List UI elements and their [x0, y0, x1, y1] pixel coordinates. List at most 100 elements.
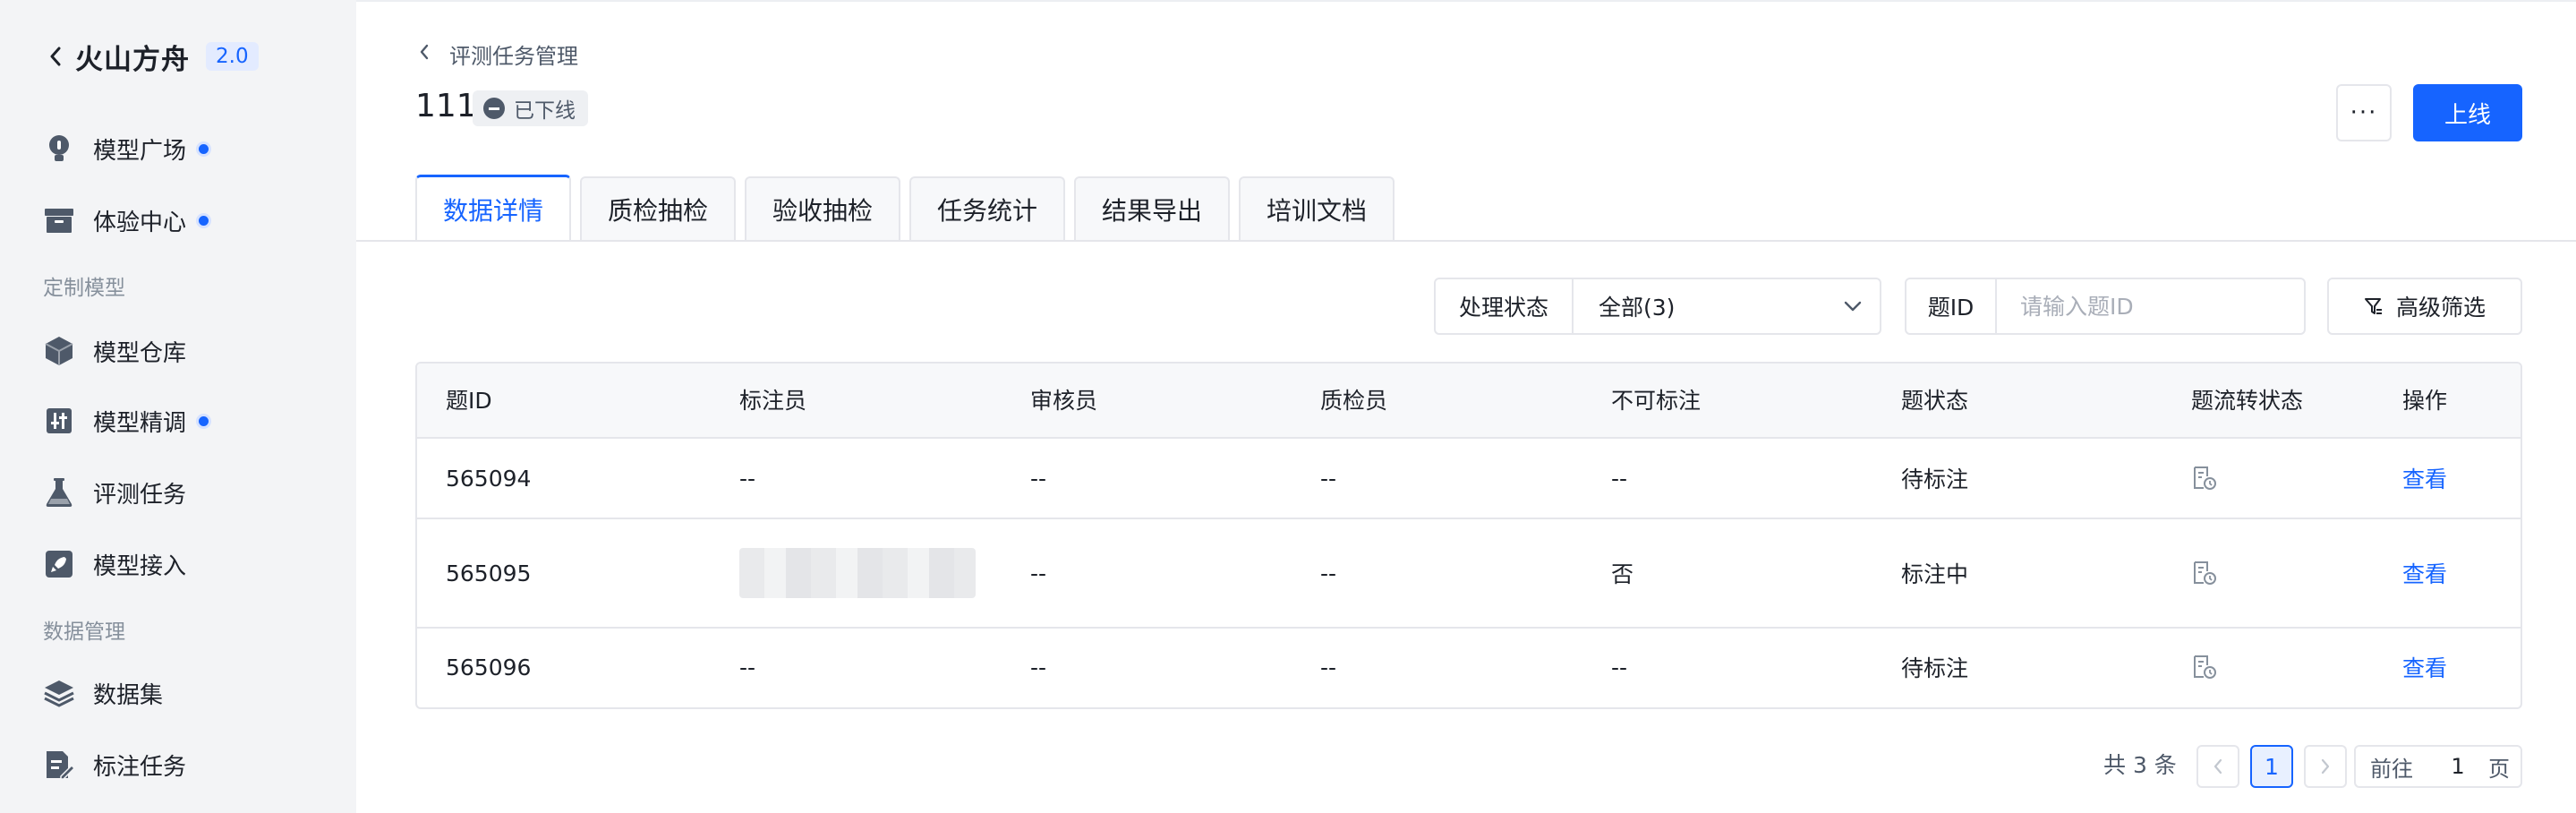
question-id-filter: 题ID	[1905, 278, 2306, 335]
new-dot-icon	[199, 215, 209, 226]
archive-box-icon	[43, 204, 75, 236]
sidebar-item-label: 评测任务	[93, 481, 187, 509]
cell-status: 待标注	[1901, 655, 1969, 681]
cell-question-id: 565094	[446, 465, 532, 492]
rocket-icon	[43, 548, 75, 580]
column-header: 质检员	[1320, 388, 1388, 414]
column-header: 审核员	[1030, 388, 1098, 414]
new-dot-icon	[199, 143, 209, 154]
tuning-sliders-icon	[43, 405, 75, 437]
status-label: 已下线	[514, 99, 576, 123]
question-id-label: 题ID	[1906, 279, 1997, 333]
sidebar-item-annotation-task[interactable]: 标注任务	[43, 745, 186, 784]
status-badge: 已下线	[473, 90, 588, 126]
sidebar-item-label: 模型广场	[93, 137, 187, 165]
offline-minus-icon	[483, 98, 505, 119]
sidebar-item-model-access[interactable]: 模型接入	[43, 544, 186, 584]
bulb-icon	[43, 133, 75, 165]
next-page-button[interactable]	[2304, 745, 2347, 788]
column-header: 操作	[2402, 388, 2448, 414]
view-link[interactable]: 查看	[2402, 629, 2447, 706]
cell-inspector: --	[1320, 560, 1337, 586]
cell-inspector: --	[1320, 654, 1337, 680]
cube-icon	[43, 335, 75, 367]
view-link[interactable]: 查看	[2402, 519, 2447, 627]
advanced-filter-label: 高级筛选	[2395, 295, 2486, 321]
main-content: 评测任务管理 111 已下线 ··· 上线 数据详情 质检抽检 验收抽检 任务统…	[356, 0, 2576, 813]
column-header: 标注员	[739, 388, 807, 414]
flow-history-icon[interactable]	[2191, 654, 2218, 680]
column-header: 题ID	[446, 388, 492, 414]
brand-title: 火山方舟	[75, 43, 190, 76]
flow-history-icon[interactable]	[2191, 560, 2218, 586]
filter-icon	[2364, 296, 2384, 316]
flow-history-icon[interactable]	[2191, 465, 2218, 492]
cell-reviewer: --	[1030, 654, 1047, 680]
breadcrumb-label[interactable]: 评测任务管理	[449, 39, 578, 70]
tab-bar: 数据详情 质检抽检 验收抽检 任务统计 结果导出 培训文档	[415, 175, 1403, 241]
cell-annotator: --	[739, 465, 756, 492]
sidebar-item-model-square[interactable]: 模型广场	[43, 129, 209, 168]
sidebar-group-data-management: 数据管理	[43, 620, 125, 644]
cell-unlabelable: 否	[1611, 561, 1634, 587]
cell-flow-status	[2191, 629, 2218, 706]
breadcrumb[interactable]: 评测任务管理	[419, 38, 578, 70]
cell-inspector: --	[1320, 465, 1337, 492]
back-chevron-icon[interactable]	[47, 43, 64, 70]
online-button[interactable]: 上线	[2413, 84, 2522, 141]
cell-status: 标注中	[1901, 561, 1969, 587]
sidebar-item-label: 模型精调	[93, 409, 187, 437]
more-button[interactable]: ···	[2336, 84, 2392, 141]
status-filter-label: 处理状态	[1436, 279, 1574, 333]
sidebar-item-label: 模型接入	[93, 552, 187, 580]
tab-acceptance-sampling[interactable]: 验收抽检	[745, 176, 900, 241]
cell-flow-status	[2191, 439, 2218, 518]
status-filter-select[interactable]: 处理状态 全部(3)	[1434, 278, 1881, 335]
column-header: 题状态	[1901, 388, 1969, 414]
page-title: 111	[415, 88, 477, 124]
sidebar-item-label: 模型仓库	[93, 339, 187, 367]
tab-training-docs[interactable]: 培训文档	[1239, 176, 1395, 241]
view-link[interactable]: 查看	[2402, 439, 2447, 518]
prev-page-button[interactable]	[2196, 745, 2239, 788]
tab-task-stats[interactable]: 任务统计	[909, 176, 1065, 241]
cell-annotator-redacted	[739, 519, 976, 627]
sidebar-item-dataset[interactable]: 数据集	[43, 673, 163, 713]
version-badge: 2.0	[206, 42, 259, 71]
tab-qc-sampling[interactable]: 质检抽检	[580, 176, 736, 241]
sidebar-item-label: 标注任务	[93, 753, 187, 781]
chevron-down-icon[interactable]	[1826, 301, 1880, 312]
tab-divider	[356, 240, 2576, 242]
layers-icon	[43, 677, 75, 709]
sidebar-item-eval-task[interactable]: 评测任务	[43, 473, 186, 512]
tab-data-details[interactable]: 数据详情	[415, 175, 571, 241]
status-filter-value[interactable]: 全部(3)	[1574, 290, 1826, 322]
back-chevron-icon[interactable]	[419, 44, 430, 64]
cell-reviewer: --	[1030, 465, 1047, 492]
table-row: 565096 -- -- -- -- 待标注 查看	[417, 629, 2521, 706]
sidebar-item-model-repo[interactable]: 模型仓库	[43, 331, 186, 371]
new-dot-icon	[199, 415, 209, 426]
cell-unlabelable: --	[1611, 654, 1628, 680]
sidebar-group-custom-model: 定制模型	[43, 277, 125, 300]
page-button-current[interactable]: 1	[2250, 745, 2293, 788]
cell-reviewer: --	[1030, 560, 1047, 586]
page-jumper-prefix: 前往	[2370, 756, 2413, 782]
table-row: 565095 -- -- 否 标注中 查看	[417, 519, 2521, 629]
sidebar-item-finetune[interactable]: 模型精调	[43, 401, 209, 441]
page-jumper-suffix: 页	[2488, 756, 2510, 782]
tab-result-export[interactable]: 结果导出	[1074, 176, 1230, 241]
cell-question-id: 565095	[446, 560, 532, 586]
cell-status: 待标注	[1901, 466, 1969, 492]
column-header: 不可标注	[1611, 388, 1702, 414]
question-id-input[interactable]	[1997, 293, 2304, 320]
flask-icon	[43, 476, 75, 509]
page-jumper-input[interactable]: 1	[2440, 754, 2476, 779]
edit-document-icon	[43, 749, 75, 781]
table-row: 565094 -- -- -- -- 待标注 查看	[417, 439, 2521, 519]
sidebar: 火山方舟 2.0 模型广场 体验中心 定制模型 模型仓库 模型精调 评测任务 模…	[0, 0, 356, 813]
sidebar-item-experience[interactable]: 体验中心	[43, 201, 209, 240]
advanced-filter-button[interactable]: 高级筛选	[2327, 278, 2522, 335]
cell-unlabelable: --	[1611, 465, 1628, 492]
brand: 火山方舟 2.0	[47, 36, 259, 77]
